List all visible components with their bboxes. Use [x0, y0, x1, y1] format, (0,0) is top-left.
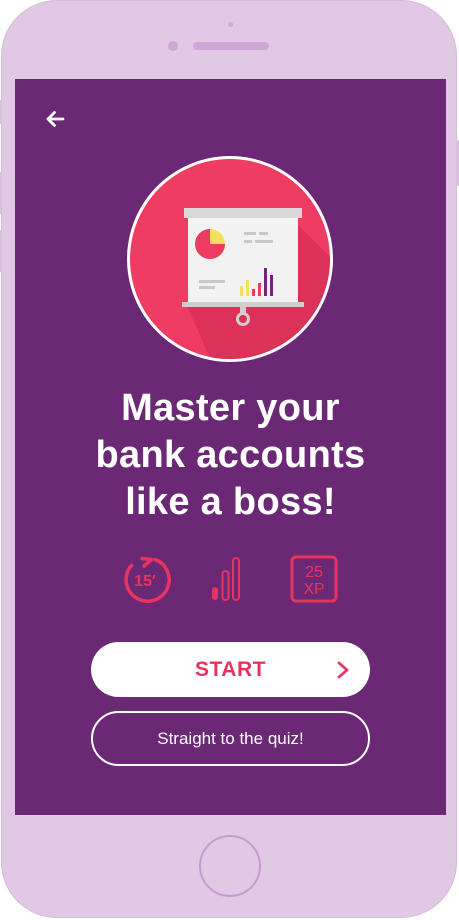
- presentation-board-icon: [127, 156, 333, 362]
- title-line-2: bank accounts: [95, 434, 366, 476]
- title-line-3: like a boss!: [125, 481, 336, 523]
- start-button[interactable]: START: [91, 642, 370, 697]
- volume-down-button: [0, 230, 2, 272]
- app-screen: Master your bank accounts like a boss! 1…: [15, 79, 446, 815]
- xp-value: 25: [305, 564, 323, 581]
- start-button-label: START: [195, 658, 266, 681]
- xp-unit: XP: [303, 581, 324, 598]
- quiz-button-label: Straight to the quiz!: [157, 729, 304, 748]
- front-camera: [168, 41, 178, 51]
- page-title: Master your bank accounts like a boss!: [15, 385, 446, 526]
- arrow-left-icon[interactable]: [45, 109, 65, 129]
- xp-badge-icon: 25 XP: [290, 555, 338, 603]
- title-line-1: Master your: [121, 387, 340, 429]
- duration-value: 15′: [134, 573, 156, 590]
- timer-icon: 15′: [124, 556, 171, 603]
- sensor-dot: [228, 22, 233, 27]
- phone-frame: Master your bank accounts like a boss! 1…: [0, 0, 459, 918]
- quiz-button[interactable]: Straight to the quiz!: [91, 711, 370, 766]
- chevron-right-icon: [337, 661, 349, 679]
- earpiece-speaker: [193, 42, 269, 50]
- home-button[interactable]: [199, 835, 261, 897]
- volume-up-button: [0, 172, 2, 214]
- signal-bars-icon: [212, 557, 240, 601]
- mute-switch: [0, 100, 2, 124]
